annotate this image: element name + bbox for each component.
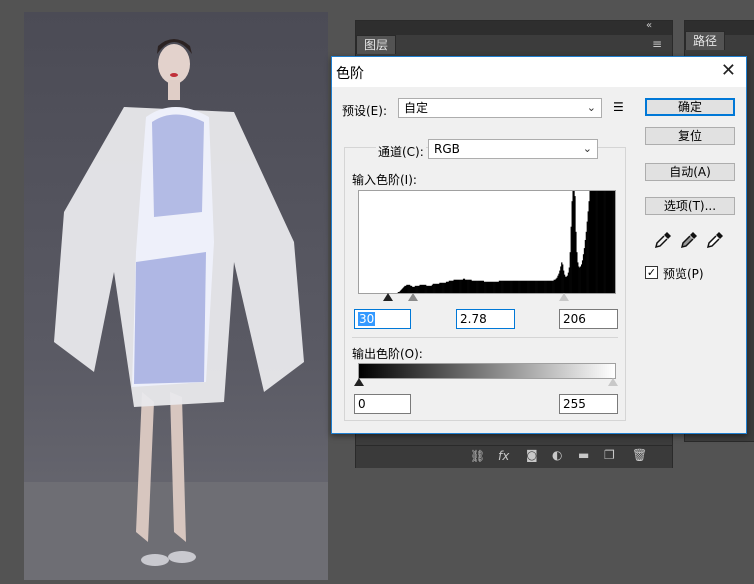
output-black-field[interactable]: 0 xyxy=(354,394,411,414)
input-levels-label: 输入色阶(I): xyxy=(352,173,417,187)
input-gamma-field[interactable]: 2.78 xyxy=(456,309,515,329)
gray-eyedropper-icon[interactable] xyxy=(679,230,699,250)
new-layer-icon[interactable]: ❐ xyxy=(604,448,615,462)
output-gradient xyxy=(358,363,616,379)
input-white-value: 206 xyxy=(563,312,586,326)
layers-panel-bottom-bar: ⛓ fx ◙ ◐ ▬ ❐ 🗑 xyxy=(356,445,672,468)
output-black-slider[interactable] xyxy=(354,378,364,386)
input-white-slider[interactable] xyxy=(559,293,569,301)
chevron-down-icon: ⌄ xyxy=(586,101,596,114)
black-eyedropper-icon[interactable] xyxy=(653,230,673,250)
histogram xyxy=(358,190,616,294)
preset-value: 自定 xyxy=(404,101,429,115)
output-levels-label: 输出色阶(O): xyxy=(352,347,423,361)
input-black-value: 30 xyxy=(358,312,376,326)
output-white-slider[interactable] xyxy=(608,378,618,386)
levels-dialog: 色阶 ✕ 预设(E): 自定 ⌄ ☰ 确定 复位 自动(A) 选项(T)... … xyxy=(331,56,747,434)
tab-layers[interactable]: 图层 xyxy=(356,35,397,54)
input-gamma-value: 2.78 xyxy=(460,312,487,326)
trash-icon[interactable]: 🗑 xyxy=(632,448,647,462)
ok-button[interactable]: 确定 xyxy=(645,98,735,116)
channel-label: 通道(C): xyxy=(376,143,426,160)
tab-paths[interactable]: 路径 xyxy=(685,31,726,50)
preview-label[interactable]: 预览(P) xyxy=(663,265,704,282)
output-black-value: 0 xyxy=(358,397,366,411)
output-white-value: 255 xyxy=(563,397,586,411)
preset-label: 预设(E): xyxy=(342,104,387,118)
preset-select[interactable]: 自定 ⌄ xyxy=(398,98,602,118)
adjustment-icon[interactable]: ◐ xyxy=(552,448,562,462)
histogram-bar xyxy=(614,191,616,293)
photoshop-workspace: « 图层 ≡ ⛓ fx ◙ ◐ ▬ ❐ 🗑 路径 色阶 ✕ 预设(E): 自定 … xyxy=(0,0,754,584)
input-gamma-slider[interactable] xyxy=(408,293,418,301)
options-button[interactable]: 选项(T)... xyxy=(645,197,735,215)
auto-button[interactable]: 自动(A) xyxy=(645,163,735,181)
dialog-title: 色阶 xyxy=(336,66,364,82)
panel-menu-icon[interactable]: ≡ xyxy=(652,37,662,51)
input-black-slider[interactable] xyxy=(383,293,393,301)
histogram-graph xyxy=(397,191,616,293)
preview-checkbox[interactable]: ✓ xyxy=(645,266,658,279)
link-icon[interactable]: ⛓ xyxy=(470,449,485,463)
double-chevron-left-icon[interactable]: « xyxy=(646,20,652,31)
document-image[interactable] xyxy=(24,12,328,580)
fx-icon[interactable]: fx xyxy=(498,449,509,463)
dialog-titlebar[interactable]: 色阶 ✕ xyxy=(332,57,746,87)
chevron-down-icon: ⌄ xyxy=(582,142,592,155)
photo-artwork xyxy=(24,39,328,580)
input-white-field[interactable]: 206 xyxy=(559,309,618,329)
output-white-field[interactable]: 255 xyxy=(559,394,618,414)
channel-value: RGB xyxy=(434,142,460,156)
divider xyxy=(352,337,618,338)
folder-icon[interactable]: ▬ xyxy=(578,448,589,462)
preset-options-icon[interactable]: ☰ xyxy=(613,100,624,114)
channel-select[interactable]: RGB ⌄ xyxy=(428,139,598,159)
layers-panel-topbar: « xyxy=(356,20,672,35)
close-icon[interactable]: ✕ xyxy=(721,60,736,81)
reset-button[interactable]: 复位 xyxy=(645,127,735,145)
mask-icon[interactable]: ◙ xyxy=(526,448,538,462)
input-black-field[interactable]: 30 xyxy=(354,309,411,329)
white-eyedropper-icon[interactable] xyxy=(705,230,725,250)
